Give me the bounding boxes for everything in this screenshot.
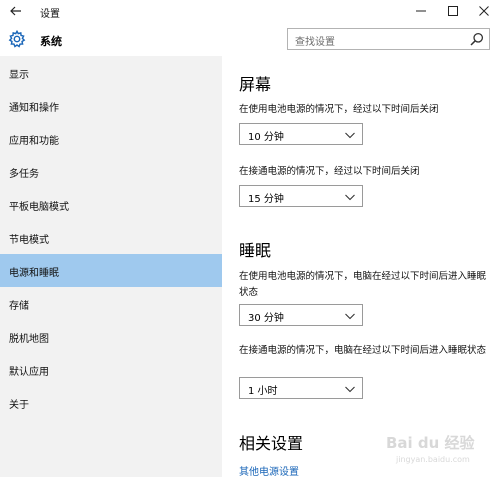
sidebar-item-power-sleep[interactable]: 电源和睡眠 bbox=[0, 254, 222, 287]
sidebar-item-default-apps[interactable]: 默认应用 bbox=[0, 353, 222, 386]
sidebar-item-about[interactable]: 关于 bbox=[0, 386, 222, 419]
chevron-down-icon bbox=[345, 313, 355, 320]
sleep-plugged-dropdown[interactable]: 1 小时 bbox=[239, 377, 363, 399]
watermark-logo-text: Bai du 经验 bbox=[386, 434, 475, 452]
window-title: 设置 bbox=[40, 9, 60, 20]
sidebar-item-battery-saver[interactable]: 节电模式 bbox=[0, 221, 222, 254]
dropdown-value: 10 分钟 bbox=[248, 132, 284, 143]
screen-plugged-label: 在接通电源的情况下，经过以下时间后关闭 bbox=[239, 166, 420, 177]
maximize-button[interactable] bbox=[437, 0, 469, 22]
dropdown-value: 1 小时 bbox=[248, 386, 278, 397]
section-heading-related: 相关设置 bbox=[239, 434, 304, 453]
chevron-down-icon bbox=[345, 194, 355, 201]
search-placeholder: 查找设置 bbox=[295, 37, 335, 48]
dropdown-value: 30 分钟 bbox=[248, 313, 284, 324]
search-input[interactable]: 查找设置 bbox=[287, 28, 490, 50]
sidebar-item-tablet-mode[interactable]: 平板电脑模式 bbox=[0, 188, 222, 221]
sidebar-item-label: 多任务 bbox=[9, 169, 39, 180]
screen-battery-dropdown[interactable]: 10 分钟 bbox=[239, 123, 363, 145]
title-bar: 设置 bbox=[0, 0, 500, 22]
gear-icon bbox=[8, 30, 26, 48]
sleep-battery-dropdown[interactable]: 30 分钟 bbox=[239, 304, 363, 326]
sidebar-item-storage[interactable]: 存储 bbox=[0, 287, 222, 320]
sidebar-item-label: 电源和睡眠 bbox=[9, 268, 59, 279]
dropdown-value: 15 分钟 bbox=[248, 194, 284, 205]
back-arrow-icon bbox=[10, 6, 21, 16]
other-power-settings-link[interactable]: 其他电源设置 bbox=[239, 463, 299, 477]
screen-plugged-dropdown[interactable]: 15 分钟 bbox=[239, 185, 363, 207]
page-title: 系统 bbox=[40, 35, 62, 48]
sidebar-item-label: 节电模式 bbox=[9, 235, 49, 246]
section-heading-sleep: 睡眠 bbox=[239, 241, 272, 260]
sidebar-item-notifications[interactable]: 通知和操作 bbox=[0, 89, 222, 122]
sidebar-item-label: 通知和操作 bbox=[9, 103, 59, 114]
minimize-icon bbox=[416, 10, 426, 12]
watermark-url: jingyan.baidu.com bbox=[396, 455, 470, 464]
maximize-icon bbox=[448, 6, 458, 16]
back-button[interactable] bbox=[6, 2, 26, 20]
sidebar: 显示 通知和操作 应用和功能 多任务 平板电脑模式 节电模式 电源和睡眠 存储 … bbox=[0, 56, 222, 477]
sidebar-item-display[interactable]: 显示 bbox=[0, 56, 222, 89]
sleep-plugged-label: 在接通电源的情况下，电脑在经过以下时间后进入睡眠状态 bbox=[239, 345, 487, 356]
sidebar-item-label: 应用和功能 bbox=[9, 136, 59, 147]
sidebar-item-label: 默认应用 bbox=[9, 367, 49, 378]
sidebar-item-label: 平板电脑模式 bbox=[9, 202, 69, 213]
sidebar-item-label: 显示 bbox=[9, 70, 29, 81]
sleep-battery-label: 在使用电池电源的情况下，电脑在经过以下时间后进入睡眠状态 bbox=[239, 271, 487, 298]
sidebar-item-label: 关于 bbox=[9, 400, 29, 411]
chevron-down-icon bbox=[345, 132, 355, 139]
close-icon bbox=[479, 6, 489, 16]
sidebar-item-label: 存储 bbox=[9, 301, 29, 312]
screen-battery-label: 在使用电池电源的情况下，经过以下时间后关闭 bbox=[239, 104, 439, 115]
search-icon[interactable] bbox=[470, 32, 484, 46]
sidebar-item-apps[interactable]: 应用和功能 bbox=[0, 122, 222, 155]
section-heading-screen: 屏幕 bbox=[239, 75, 272, 94]
baidu-watermark: Bai du 经验 jingyan.baidu.com bbox=[382, 430, 500, 477]
sidebar-item-offline-maps[interactable]: 脱机地图 bbox=[0, 320, 222, 353]
sidebar-item-label: 脱机地图 bbox=[9, 334, 49, 345]
sidebar-item-multitasking[interactable]: 多任务 bbox=[0, 155, 222, 188]
main-content: 屏幕 在使用电池电源的情况下，经过以下时间后关闭 10 分钟 在接通电源的情况下… bbox=[222, 56, 500, 477]
minimize-button[interactable] bbox=[405, 0, 437, 22]
close-button[interactable] bbox=[468, 0, 500, 22]
chevron-down-icon bbox=[345, 386, 355, 393]
settings-window: 设置 系统 查找设置 显示 通知和操作 应用和功能 多任务 平板电脑模式 节电模… bbox=[0, 0, 500, 477]
